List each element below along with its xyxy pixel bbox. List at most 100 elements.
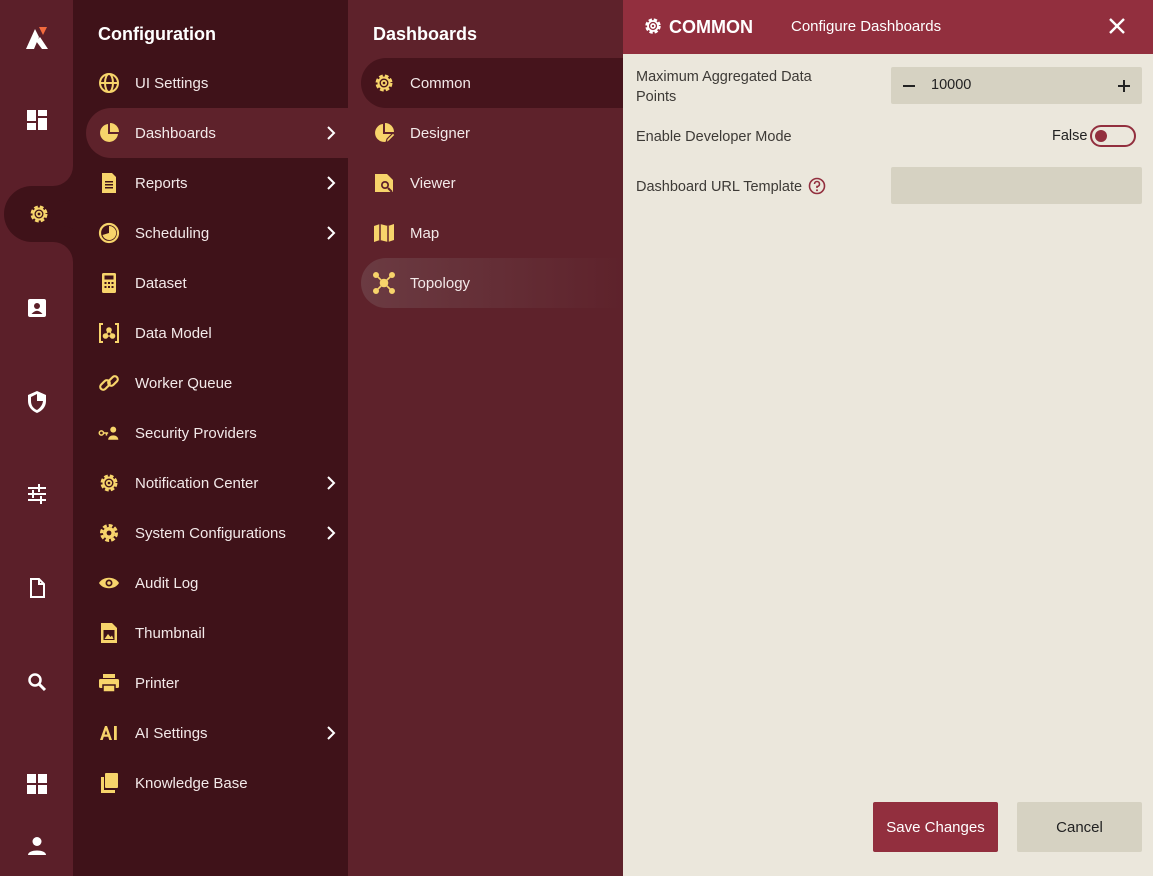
- menu-item-label: Dashboards: [135, 124, 216, 142]
- dash-item-topology[interactable]: Topology: [361, 258, 623, 308]
- dev-mode-toggle[interactable]: [1090, 125, 1136, 147]
- menu-item-ui-settings[interactable]: UI Settings: [86, 58, 348, 108]
- globe-icon: [99, 73, 119, 93]
- dash-item-common[interactable]: Common: [361, 58, 623, 108]
- chevron-right-icon: [327, 176, 336, 190]
- printer-icon: [99, 674, 119, 693]
- menu-item-label: Reports: [135, 174, 188, 192]
- sliders-icon: [27, 484, 46, 504]
- cog-outline-icon: [100, 474, 118, 492]
- panel-header: COMMON Configure Dashboards: [623, 0, 1153, 54]
- menu-item-audit-log[interactable]: Audit Log: [86, 558, 348, 608]
- configuration-title: Configuration: [98, 24, 216, 44]
- menu-item-label: Security Providers: [135, 424, 257, 442]
- panel-title: COMMON: [669, 17, 753, 37]
- menu-item-reports[interactable]: Reports: [86, 158, 348, 208]
- dashboards-submenu: Dashboards Common Designer Viewer Map To…: [348, 0, 623, 876]
- dash-item-viewer[interactable]: Viewer: [361, 158, 623, 208]
- chevron-right-icon: [327, 226, 336, 240]
- menu-item-label: Scheduling: [135, 224, 210, 242]
- menu-item-thumbnail[interactable]: Thumbnail: [86, 608, 348, 658]
- dash-item-label: Topology: [410, 274, 471, 292]
- menu-item-security-providers[interactable]: Security Providers: [86, 408, 348, 458]
- pie-chart-icon: [100, 123, 119, 142]
- max-points-label: Maximum Aggregated Data Points: [636, 69, 812, 105]
- menu-item-label: System Configurations: [135, 524, 286, 542]
- menu-item-dashboards[interactable]: Dashboards: [86, 108, 348, 158]
- user-icon: [27, 837, 46, 855]
- menu-item-worker-queue[interactable]: Worker Queue: [86, 358, 348, 408]
- plus-icon: [1118, 79, 1130, 92]
- menu-item-label: UI Settings: [135, 74, 209, 92]
- calculator-icon: [102, 273, 116, 293]
- menu-item-dataset[interactable]: Dataset: [86, 258, 348, 308]
- close-icon[interactable]: [1107, 16, 1127, 36]
- dashboards-title: Dashboards: [373, 24, 478, 44]
- link-icon: [99, 375, 119, 391]
- app-logo[interactable]: [0, 10, 73, 66]
- max-points-stepper: 10000: [891, 67, 1142, 104]
- menu-item-notification-center[interactable]: Notification Center: [86, 458, 348, 508]
- rail-user[interactable]: [0, 818, 73, 874]
- menu-item-system-configurations[interactable]: System Configurations: [86, 508, 348, 558]
- menu-item-label: Printer: [135, 674, 180, 692]
- menu-item-label: Audit Log: [135, 574, 199, 592]
- cog-filled-icon: [100, 524, 118, 542]
- dash-item-designer[interactable]: Designer: [361, 108, 623, 158]
- rail-documents[interactable]: [0, 560, 73, 616]
- menu-item-ai-settings[interactable]: AI Settings: [86, 708, 348, 758]
- chevron-right-icon: [327, 526, 336, 540]
- search-icon: [27, 673, 46, 692]
- report-icon: [102, 173, 116, 193]
- menu-item-printer[interactable]: Printer: [86, 658, 348, 708]
- dev-mode-label: Enable Developer Mode: [636, 129, 792, 145]
- eye-icon: [99, 577, 119, 589]
- menu-item-data-model[interactable]: Data Model: [86, 308, 348, 358]
- clock-icon: [98, 222, 120, 244]
- dash-item-label: Map: [410, 224, 440, 242]
- chevron-right-icon: [327, 476, 336, 490]
- decrement-button[interactable]: [891, 67, 927, 104]
- document-icon: [29, 578, 45, 598]
- max-points-value[interactable]: 10000: [931, 77, 971, 93]
- rail-search[interactable]: [0, 654, 73, 710]
- rail-dashboard[interactable]: [0, 92, 73, 148]
- menu-item-label: AI Settings: [135, 724, 208, 742]
- save-changes-button[interactable]: Save Changes: [873, 802, 998, 852]
- rail-adjustments[interactable]: [0, 466, 73, 522]
- gear-icon: [30, 205, 47, 223]
- increment-button[interactable]: [1106, 67, 1142, 104]
- topology-icon: [373, 272, 395, 294]
- chevron-right-icon: [327, 726, 336, 740]
- data-model-icon: [99, 323, 119, 343]
- rail-contacts[interactable]: [0, 280, 73, 336]
- cancel-button[interactable]: Cancel: [1017, 802, 1142, 852]
- shield-icon: [27, 391, 46, 413]
- designer-icon: [375, 123, 395, 144]
- menu-item-label: Data Model: [135, 324, 212, 342]
- help-icon[interactable]: [808, 177, 826, 195]
- menu-item-label: Worker Queue: [135, 374, 233, 392]
- menu-item-label: Knowledge Base: [135, 774, 248, 792]
- dash-item-label: Viewer: [410, 174, 456, 192]
- minus-icon: [903, 84, 915, 87]
- menu-item-scheduling[interactable]: Scheduling: [86, 208, 348, 258]
- toggle-knob: [1095, 130, 1107, 142]
- dev-mode-state: False: [1052, 128, 1088, 144]
- rail-settings[interactable]: [4, 186, 73, 242]
- key-user-icon: [98, 426, 119, 440]
- dash-item-map[interactable]: Map: [361, 208, 623, 258]
- configuration-menu: Configuration UI Settings Dashboards Rep…: [73, 0, 348, 876]
- rail-security[interactable]: [0, 374, 73, 430]
- gear-icon: [645, 18, 661, 34]
- menu-item-knowledge-base[interactable]: Knowledge Base: [86, 758, 348, 808]
- menu-item-label: Dataset: [135, 274, 187, 292]
- books-icon: [101, 773, 118, 793]
- grid-icon: [26, 774, 47, 794]
- cog-outline-icon: [375, 74, 393, 92]
- rail-apps[interactable]: [0, 756, 73, 812]
- url-template-input[interactable]: [891, 167, 1142, 204]
- dash-item-label: Common: [410, 74, 471, 92]
- dash-item-label: Designer: [410, 124, 471, 142]
- map-icon: [374, 224, 394, 242]
